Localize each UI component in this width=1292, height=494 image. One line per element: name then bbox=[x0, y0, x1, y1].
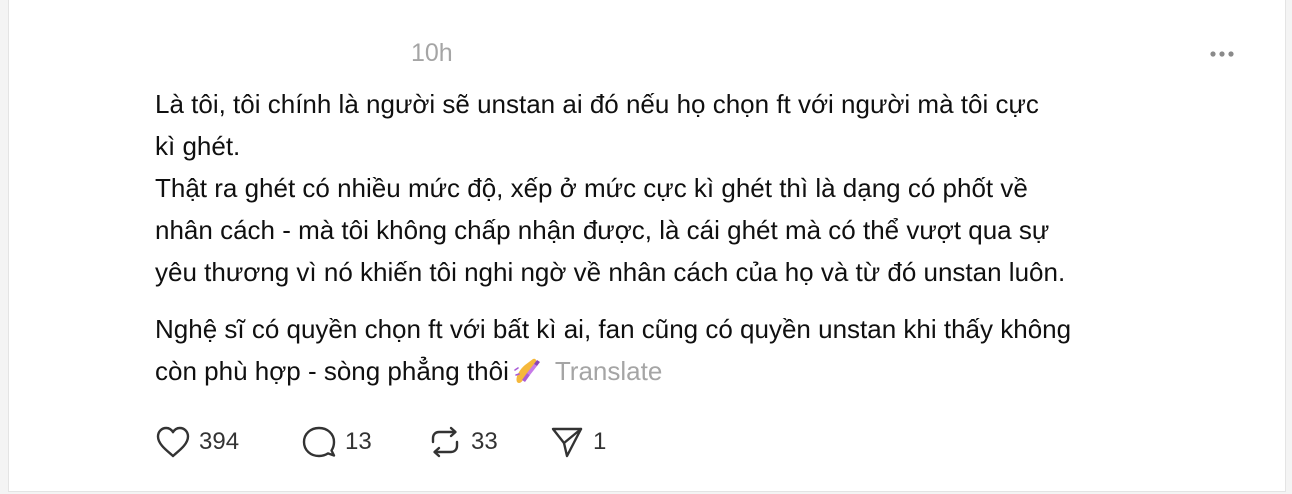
post-paragraph: Thật ra ghét có nhiều mức độ, xếp ở mức … bbox=[155, 167, 1255, 293]
reply-count: 13 bbox=[345, 428, 372, 455]
reply-button[interactable]: 13 bbox=[301, 425, 427, 459]
repost-icon bbox=[431, 426, 459, 458]
text-line: nhân cách - mà tôi không chấp nhận được,… bbox=[155, 215, 1050, 245]
post-timestamp: 10h bbox=[411, 39, 453, 67]
text-line: kì ghét. bbox=[155, 131, 241, 161]
text-line: Là tôi, tôi chính là người sẽ unstan ai … bbox=[155, 89, 1039, 119]
repost-button[interactable]: 33 bbox=[427, 425, 549, 459]
text-line: còn phù hợp - sòng phẳng thôi bbox=[155, 356, 509, 386]
heart-icon bbox=[156, 426, 190, 458]
more-horizontal-icon bbox=[1210, 51, 1234, 57]
text-line: yêu thương vì nó khiến tôi nghi ngờ về n… bbox=[155, 257, 1066, 287]
post-body: Là tôi, tôi chính là người sẽ unstan ai … bbox=[155, 83, 1255, 392]
post-paragraph: Là tôi, tôi chính là người sẽ unstan ai … bbox=[155, 83, 1255, 167]
translate-link[interactable]: Translate bbox=[555, 356, 662, 386]
share-count: 1 bbox=[593, 428, 607, 455]
text-line: Nghệ sĩ có quyền chọn ft với bất kì ai, … bbox=[155, 314, 1072, 344]
more-options-button[interactable] bbox=[1205, 40, 1245, 68]
text-line: Thật ra ghét có nhiều mức độ, xếp ở mức … bbox=[155, 173, 1028, 203]
like-button[interactable]: 394 bbox=[155, 425, 301, 459]
post-actions: 394 13 33 1 bbox=[155, 422, 606, 462]
repost-count: 33 bbox=[471, 428, 498, 455]
comment-bubble-icon bbox=[302, 426, 336, 458]
like-count: 394 bbox=[199, 428, 240, 455]
post-card: 10h Là tôi, tôi chính là người sẽ unstan… bbox=[8, 0, 1286, 492]
post-paragraph: Nghệ sĩ có quyền chọn ft với bất kì ai, … bbox=[155, 308, 1255, 392]
send-icon bbox=[551, 427, 583, 458]
share-button[interactable]: 1 bbox=[549, 425, 606, 459]
nail-polish-emoji-icon bbox=[514, 358, 540, 384]
